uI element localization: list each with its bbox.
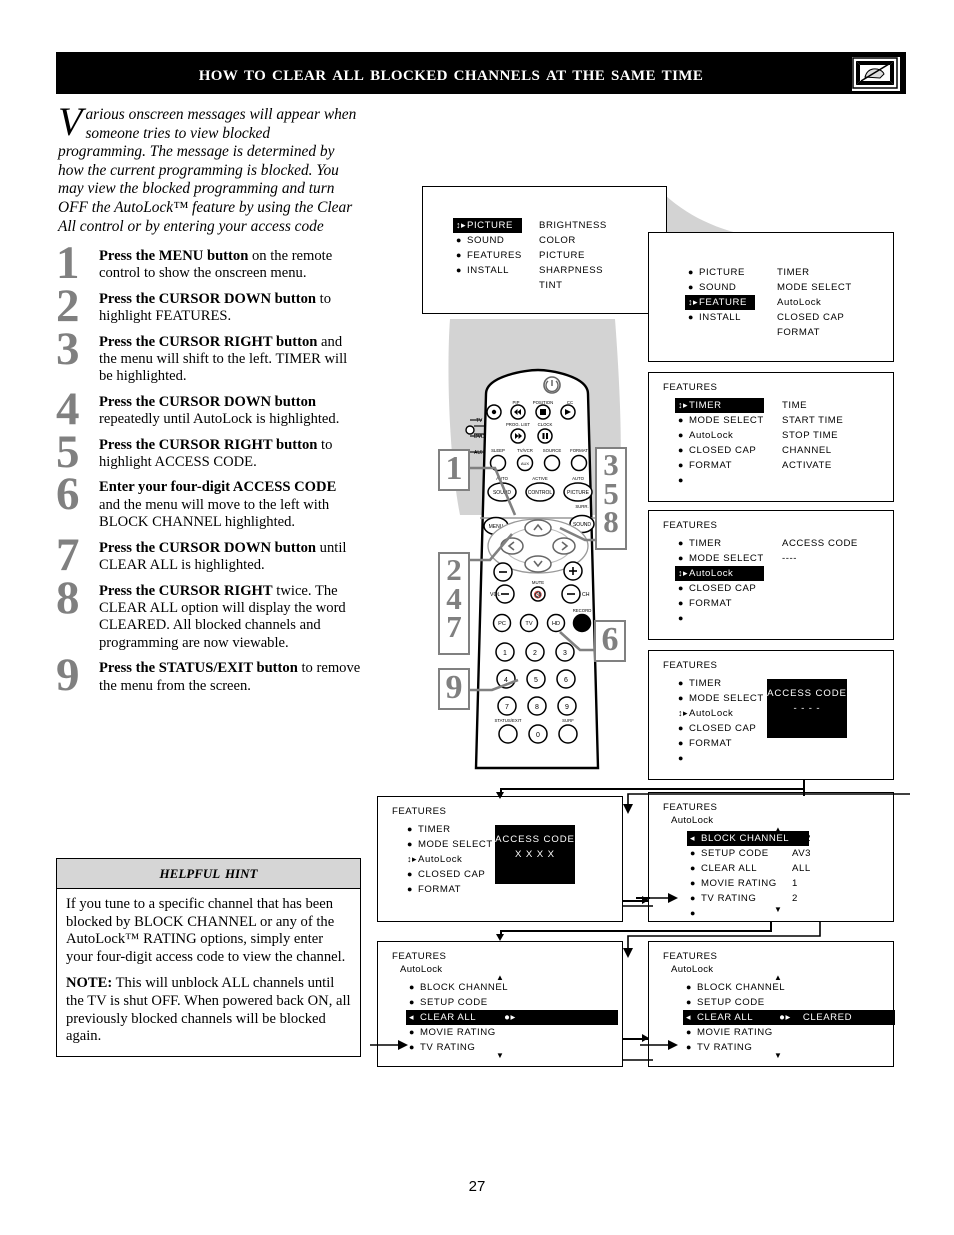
step-9: 9 Press the STATUS/EXIT button to remove… [56,652,361,699]
helpful-hint-box: Helpful Hint If you tune to a specific c… [56,858,361,1057]
step-bold: Press the CURSOR DOWN button [99,393,317,410]
step-7: 7 Press the CURSOR DOWN button until CLE… [56,531,361,578]
step-text: Press the CURSOR DOWN button to highligh… [99,291,361,326]
page-number: 27 [468,1178,486,1195]
hint-note-label: NOTE: [66,975,113,992]
blocked-tv-icon [851,56,901,92]
step-number: 9 [56,649,80,702]
step-text: Press the MENU button on the remote cont… [99,248,361,283]
step-text: Press the CURSOR DOWN button until CLEAR… [99,540,361,575]
step-3: 3 Press the CURSOR RIGHT button and the … [56,325,361,386]
step-number: 8 [56,571,80,624]
step-number: 6 [56,468,80,521]
intro-text: arious onscreen messages will appear whe… [58,106,357,235]
step-rest: repeatedly until AutoLock is highlighted… [99,411,340,428]
step-bold: Press the CURSOR RIGHT button [99,333,318,350]
step-5: 5 Press the CURSOR RIGHT button to highl… [56,428,361,475]
step-text: Press the CURSOR RIGHT twice. The CLEAR … [99,583,361,653]
intro-paragraph: Various onscreen messages will appear wh… [58,99,358,236]
steps-list: 1 Press the MENU button on the remote co… [56,240,361,703]
step-text: Press the CURSOR RIGHT button to highlig… [99,437,361,472]
step-bold: Press the CURSOR RIGHT [99,582,273,599]
step-bold: Press the MENU button [99,248,249,264]
step-text: Press the STATUS/EXIT button to remove t… [99,660,361,695]
step-2: 2 Press the CURSOR DOWN button to highli… [56,282,361,329]
step-bold: Press the CURSOR DOWN button [99,290,317,307]
step-number: 3 [56,322,80,375]
step-rest: and the menu will move to the left with … [99,496,330,531]
step-text: Press the CURSOR DOWN button repeatedly … [99,394,361,429]
blocked-tv-glyph [852,57,898,89]
step-4: 4 Press the CURSOR DOWN button repeatedl… [56,385,361,432]
step-text: Press the CURSOR RIGHT button and the me… [99,334,361,386]
step-bold: Press the STATUS/EXIT button [99,660,298,677]
step-bold: Enter your four-digit ACCESS CODE [99,479,337,496]
step-8: 8 Press the CURSOR RIGHT twice. The CLEA… [56,574,361,653]
intro-dropcap: V [58,99,83,144]
svg-text:0: 0 [536,732,540,739]
page-title: How to Clear All Blocked Channels at the… [198,60,704,85]
connector-line [500,788,805,790]
connector-arrow-down-icon [496,934,504,941]
connector-line [636,897,650,899]
step-bold: Press the CURSOR RIGHT button [99,436,318,453]
connector-line [500,930,772,932]
page-header: How to Clear All Blocked Channels at the… [56,52,906,94]
step-6: 6 Enter your four-digit ACCESS CODE and … [56,471,361,531]
helpful-hint-body: If you tune to a specific channel that h… [57,889,360,1056]
connector-arrow-down-icon [496,792,504,799]
hint-paragraph-1: If you tune to a specific channel that h… [66,896,346,965]
hint-paragraph-2: NOTE: This will unblock ALL channels unt… [66,975,351,1045]
step-1: 1 Press the MENU button on the remote co… [56,240,361,287]
step-text: Enter your four-digit ACCESS CODE and th… [99,479,361,531]
helpful-hint-heading: Helpful Hint [57,859,360,889]
step-bold: Press the CURSOR DOWN button [99,539,317,556]
connector-arrow-right-icon [642,1034,649,1042]
callout-leader-lines [470,466,595,692]
manual-page: How to Clear All Blocked Channels at the… [0,0,954,1235]
